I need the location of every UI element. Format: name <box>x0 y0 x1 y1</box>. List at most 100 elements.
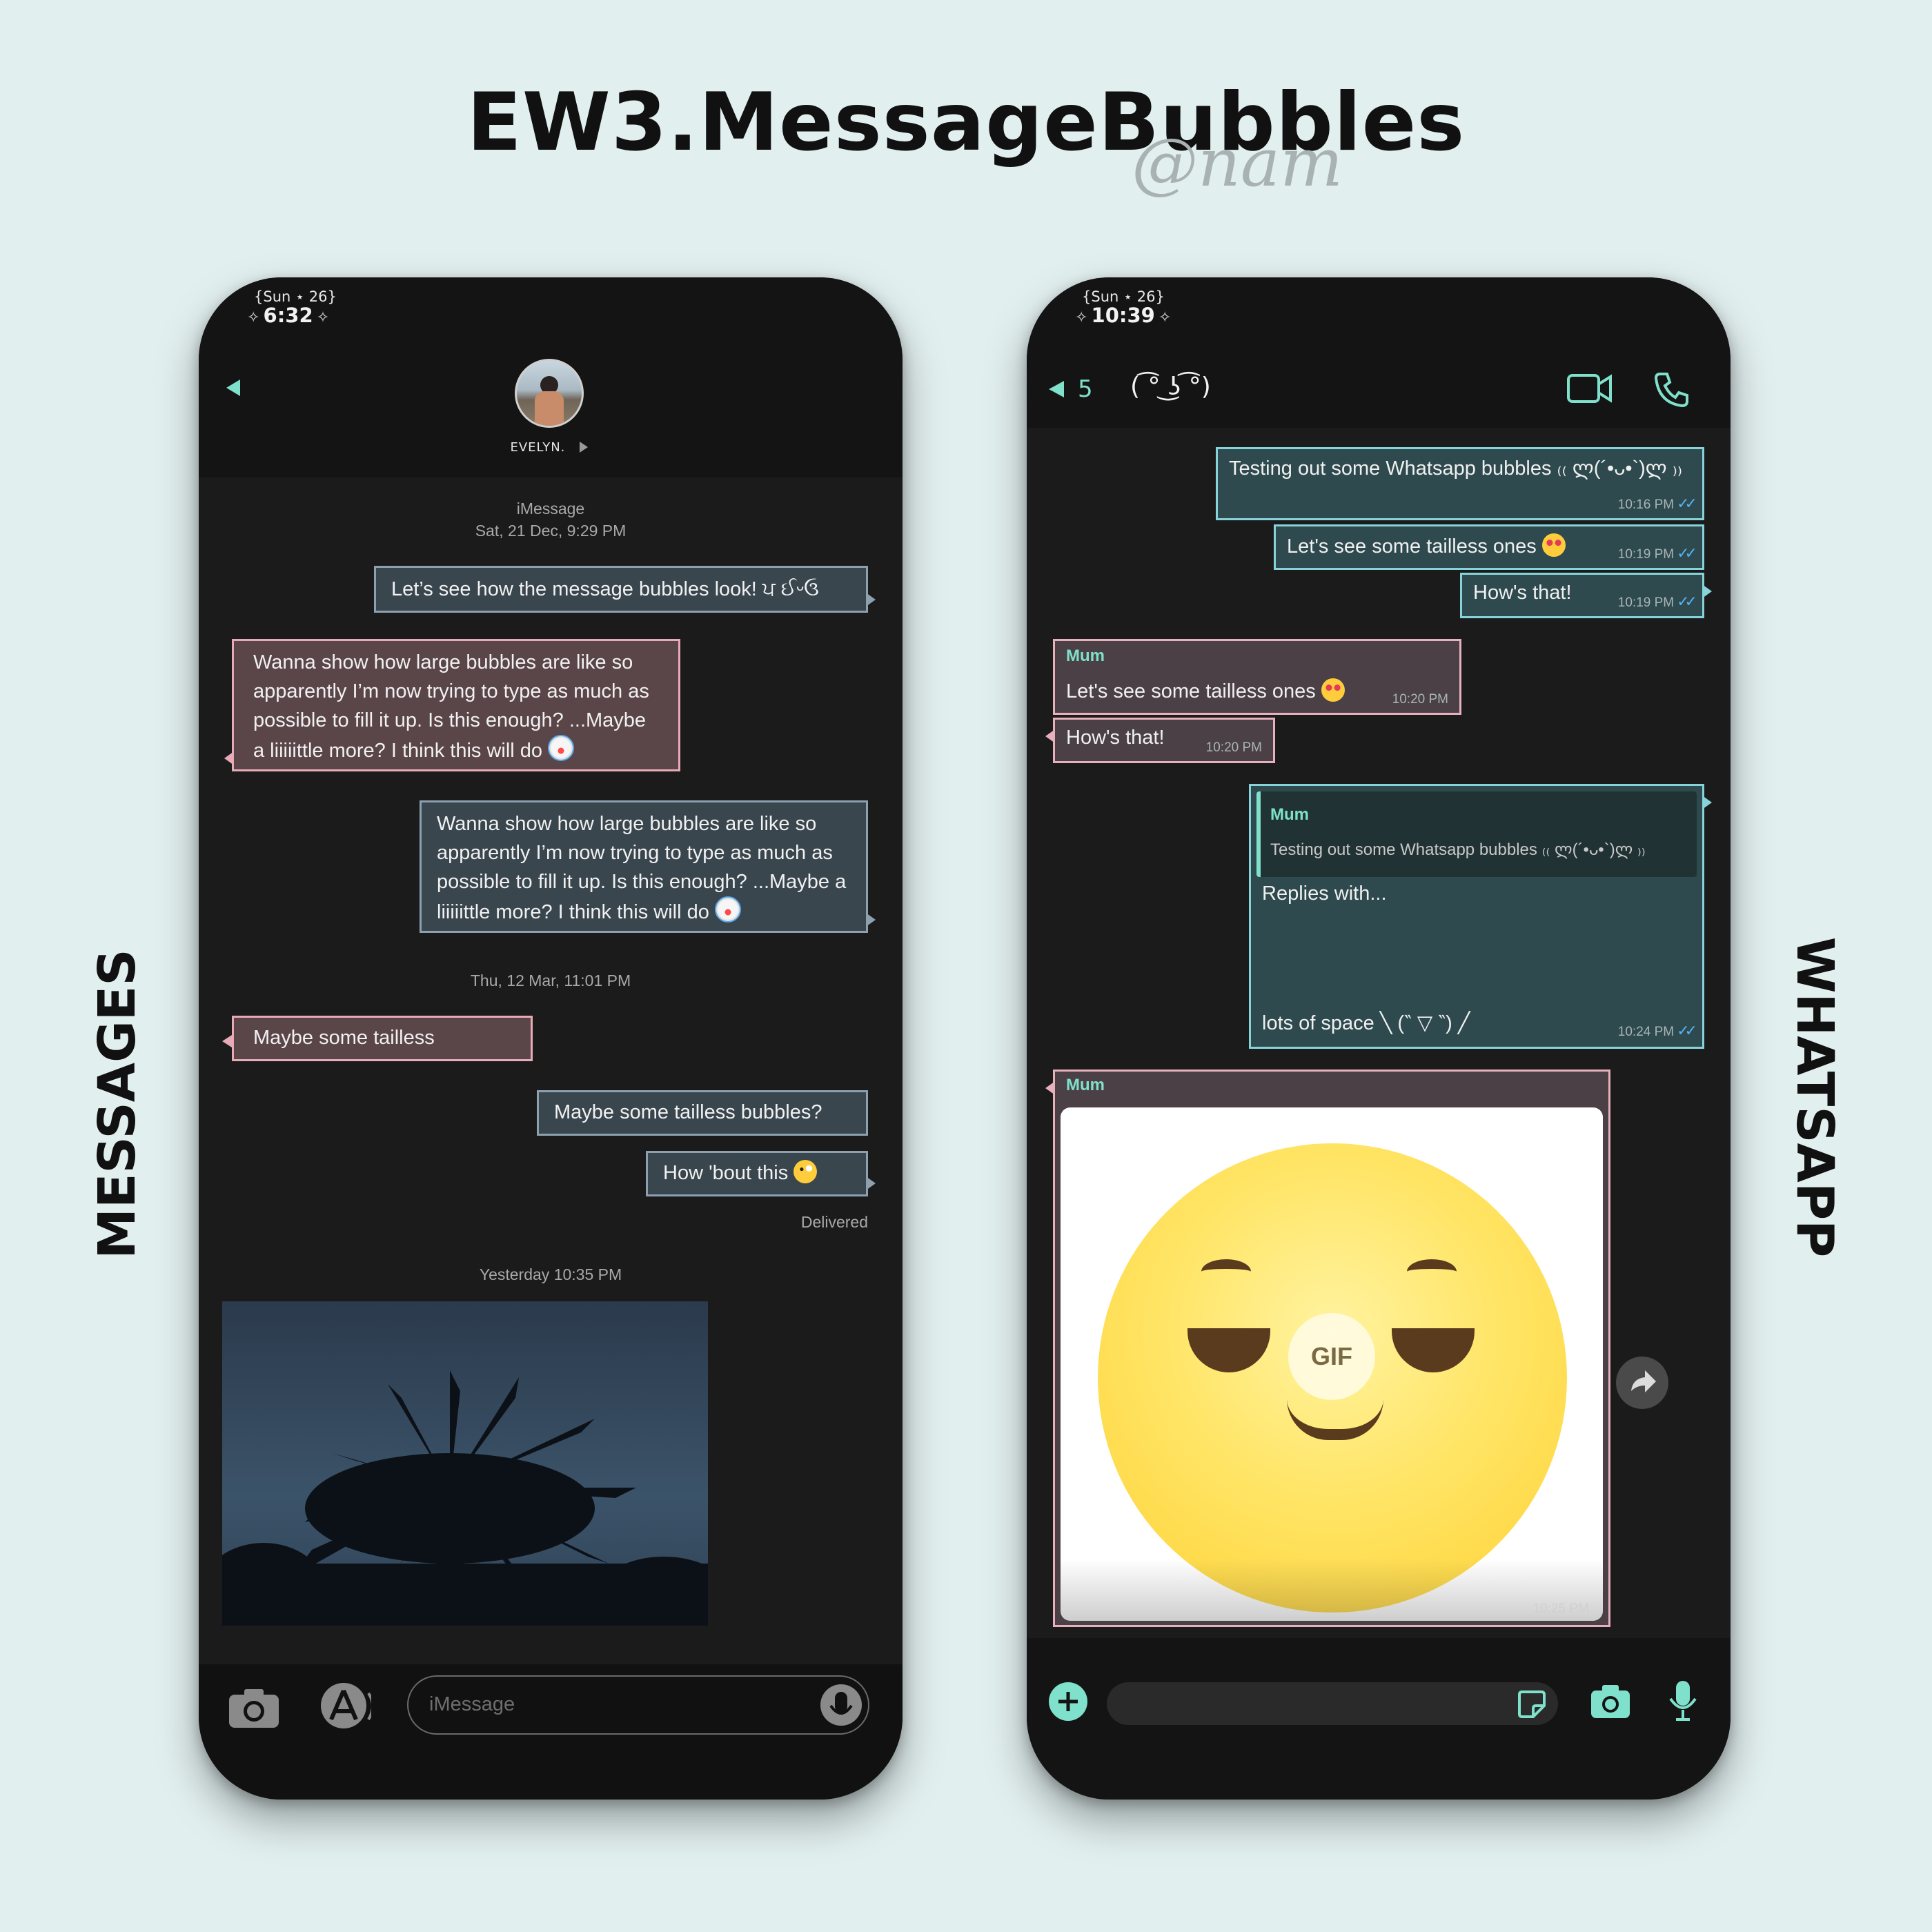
message-text: Maybe some tailless bubbles? <box>554 1101 822 1123</box>
message-time: 10:20 PM <box>1392 692 1448 707</box>
video-call-button[interactable] <box>1566 371 1615 406</box>
microphone-icon <box>1669 1681 1697 1721</box>
quoted-message[interactable]: Mum Testing out some Whatsapp bubbles ₍₍… <box>1256 791 1697 877</box>
input-placeholder: iMessage <box>429 1693 515 1715</box>
read-ticks-icon: ✓✓ <box>1677 593 1697 610</box>
app-store-button[interactable] <box>316 1681 374 1731</box>
unread-count: 5 <box>1078 375 1093 403</box>
message-text-content: Let's see some tailless ones <box>1066 680 1316 702</box>
camera-button[interactable] <box>1588 1681 1633 1722</box>
contact-name[interactable]: ( ͡° ͜ʖ ͡°) <box>1130 373 1211 401</box>
message-meta: 10:19 PM ✓✓ <box>1617 593 1697 611</box>
outgoing-bubble[interactable]: Maybe some tailless bubbles? <box>537 1090 868 1136</box>
sender-name: Mum <box>1066 647 1105 665</box>
back-button[interactable] <box>219 374 247 402</box>
message-time: 10:20 PM <box>1205 740 1262 755</box>
mouth <box>1287 1399 1383 1440</box>
status-time: 10:39 <box>1091 304 1155 327</box>
zany-face-emoji-icon <box>793 1160 818 1183</box>
message-time: 10:16 PM <box>1617 497 1675 512</box>
contact-name: EVELYN. <box>510 440 566 455</box>
message-text: Let's see some tailless ones <box>1066 678 1345 703</box>
message-text: How 'bout this <box>663 1162 789 1184</box>
camera-button[interactable] <box>226 1685 282 1731</box>
messages-side-label: MESSAGES <box>88 949 147 1259</box>
gif-preview[interactable]: GIF 10:25 PM <box>1061 1107 1603 1621</box>
timestamp: Thu, 12 Mar, 11:01 PM <box>470 972 631 989</box>
gif-play-badge[interactable]: GIF <box>1288 1313 1375 1400</box>
back-arrow-icon <box>226 379 240 396</box>
back-button[interactable]: 5 <box>1045 374 1093 404</box>
palm-tree-image <box>222 1370 708 1626</box>
forward-button[interactable] <box>1615 1355 1670 1410</box>
eye-right <box>1392 1328 1475 1372</box>
camera-icon <box>229 1689 279 1728</box>
service-label: iMessage <box>516 500 585 518</box>
status-time: 6:32 <box>263 304 313 327</box>
wing-icon: ✧ <box>316 309 330 326</box>
outgoing-message[interactable]: How's that! 10:19 PM ✓✓ <box>1460 573 1712 618</box>
read-ticks-icon: ✓✓ <box>1677 495 1697 512</box>
messages-phone: {Sun ⋆ 26} ✧ 6:32 ✧ EVELYN. iMessage Sat… <box>199 277 903 1800</box>
clown-emoji-icon <box>548 735 575 761</box>
app-store-icon <box>321 1683 374 1728</box>
add-attachment-button[interactable] <box>1047 1681 1089 1722</box>
outgoing-bubble[interactable]: How 'bout this <box>646 1151 876 1196</box>
incoming-gif-message[interactable]: Mum GIF 10:25 PM <box>1045 1070 1610 1627</box>
message-text: Wanna show how large bubbles are like so… <box>437 813 847 923</box>
sender-name: Mum <box>1066 1076 1105 1094</box>
status-date: {Sun ⋆ 26} <box>1082 288 1165 305</box>
message-input[interactable]: iMessage <box>407 1675 869 1735</box>
message-text-content: Let's see some tailless ones <box>1287 535 1537 558</box>
chevron-right-icon <box>580 442 589 453</box>
author-handle: @nam <box>1132 124 1343 201</box>
message-text: Replies with... <box>1262 883 1387 905</box>
camera-icon <box>1591 1685 1630 1718</box>
bubble-tail <box>222 1035 232 1047</box>
message-text: Let’s see how the message bubbles look! … <box>391 578 819 600</box>
contact-name-row[interactable]: EVELYN. <box>199 440 903 455</box>
back-arrow-icon <box>1049 381 1064 397</box>
incoming-bubble[interactable]: Wanna show how large bubbles are like so… <box>224 639 680 771</box>
photo-attachment[interactable] <box>222 1301 708 1626</box>
phone-call-icon <box>1654 373 1688 408</box>
message-time: 10:19 PM <box>1617 595 1675 610</box>
message-time: 10:25 PM <box>1532 1601 1589 1616</box>
sticker-icon[interactable] <box>1517 1689 1547 1719</box>
message-text: How's that! <box>1473 582 1572 604</box>
avatar[interactable] <box>515 359 584 428</box>
message-meta: 10:24 PM ✓✓ <box>1617 1022 1697 1040</box>
outgoing-bubble[interactable]: Let’s see how the message bubbles look! … <box>374 566 876 613</box>
outgoing-message[interactable]: Testing out some Whatsapp bubbles ₍₍ ლ(´… <box>1216 447 1704 520</box>
message-input[interactable] <box>1107 1682 1558 1725</box>
phone-call-button[interactable] <box>1652 370 1690 408</box>
quoted-sender: Mum <box>1270 805 1309 824</box>
outgoing-message[interactable]: Let's see some tailless ones 10:19 PM ✓✓ <box>1274 524 1704 570</box>
message-text: Maybe some tailless <box>253 1027 435 1049</box>
microphone-button[interactable] <box>1667 1678 1699 1724</box>
status-bar: ✧ 10:39 ✧ <box>1075 304 1171 327</box>
incoming-message[interactable]: How's that! 10:20 PM <box>1045 718 1275 763</box>
message-text: Let's see some tailless ones <box>1287 533 1566 558</box>
star-struck-emoji-icon <box>1321 678 1345 702</box>
message-meta: 10:19 PM ✓✓ <box>1618 544 1697 562</box>
avatar-figure-body <box>535 391 564 426</box>
incoming-message[interactable]: Mum Let's see some tailless ones 10:20 P… <box>1053 639 1461 715</box>
incoming-bubble[interactable]: Maybe some tailless <box>232 1016 533 1061</box>
message-time: 10:24 PM <box>1617 1025 1675 1039</box>
whatsapp-phone: {Sun ⋆ 26} ✧ 10:39 ✧ 5 ( ͡° ͜ʖ ͡°) Testi… <box>1027 277 1731 1800</box>
eye-left <box>1187 1328 1270 1372</box>
star-struck-emoji-icon <box>1541 533 1566 557</box>
video-call-icon <box>1567 374 1612 403</box>
forward-icon <box>1616 1357 1668 1409</box>
outgoing-reply-message[interactable]: Mum Testing out some Whatsapp bubbles ₍₍… <box>1249 784 1712 1049</box>
wing-icon: ✧ <box>247 309 260 326</box>
read-ticks-icon: ✓✓ <box>1677 1022 1697 1039</box>
outgoing-bubble[interactable]: Wanna show how large bubbles are like so… <box>420 800 876 933</box>
read-ticks-icon: ✓✓ <box>1677 544 1697 562</box>
timestamp: Sat, 21 Dec, 9:29 PM <box>475 522 627 540</box>
status-date: {Sun ⋆ 26} <box>254 288 337 305</box>
message-meta: 10:16 PM ✓✓ <box>1617 495 1697 513</box>
audio-icon[interactable] <box>818 1682 864 1728</box>
message-text: How's that! <box>1066 727 1165 749</box>
